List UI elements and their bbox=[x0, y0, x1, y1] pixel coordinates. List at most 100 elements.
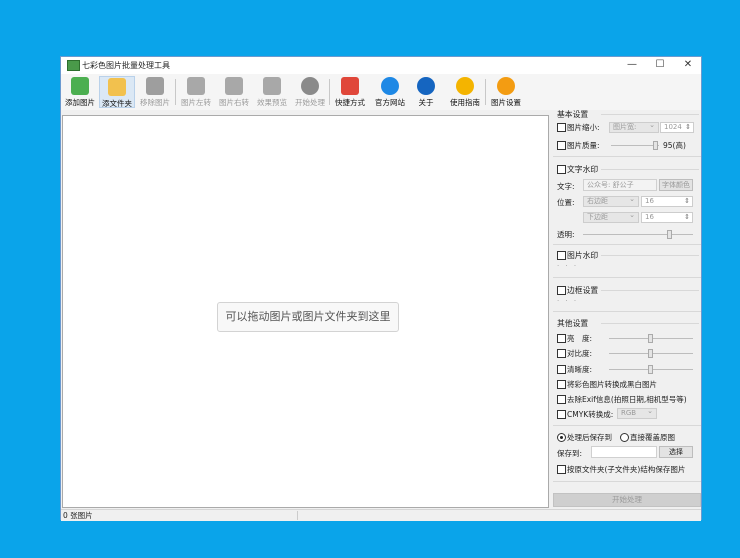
keep-structure-checkbox[interactable] bbox=[557, 465, 566, 474]
save-to-label: 保存到: bbox=[557, 449, 583, 458]
horizontal-offset-spinner[interactable]: 16 bbox=[641, 196, 693, 207]
brightness-slider-thumb[interactable] bbox=[648, 334, 653, 343]
divider bbox=[553, 311, 701, 312]
drop-hint: 可以拖动图片或图片文件夹到这里 bbox=[217, 302, 399, 332]
shrink-label: 图片缩小: bbox=[567, 123, 600, 132]
status-divider bbox=[297, 511, 298, 520]
image-watermark-checkbox[interactable] bbox=[557, 251, 566, 260]
cmyk-target-dropdown[interactable]: RGB bbox=[617, 407, 657, 419]
title-bar: 七彩色图片批量处理工具 — ☐ ✕ bbox=[61, 57, 701, 74]
brightness-checkbox[interactable] bbox=[557, 334, 566, 343]
quality-label: 图片质量: bbox=[567, 141, 600, 150]
contrast-checkbox[interactable] bbox=[557, 349, 566, 358]
divider bbox=[601, 290, 699, 291]
toolbar-button-label: 图片右转 bbox=[219, 98, 249, 107]
watermark-text-label: 文字: bbox=[557, 182, 575, 191]
maximize-button[interactable]: ☐ bbox=[645, 57, 675, 74]
toolbar-button-label: 移除图片 bbox=[140, 98, 170, 107]
opacity-slider[interactable] bbox=[583, 234, 693, 235]
border-collapsed[interactable]: · · · bbox=[557, 297, 578, 305]
toolbar-button-add-folder[interactable]: 添文件夹 bbox=[99, 76, 135, 108]
to-bw-label: 将彩色图片转换成黑白图片 bbox=[567, 380, 657, 389]
start-processing-button[interactable]: 开始处理 bbox=[553, 493, 701, 507]
sharpness-slider-thumb[interactable] bbox=[648, 365, 653, 374]
toolbar-button-label: 快捷方式 bbox=[335, 98, 365, 107]
other-settings-title: 其他设置 bbox=[557, 319, 589, 328]
toolbar-button-shortcut-blocks[interactable]: 快捷方式 bbox=[333, 76, 367, 108]
ie-browser-icon bbox=[381, 77, 399, 95]
app-window: 七彩色图片批量处理工具 — ☐ ✕ 添加图片 添文件夹 移除图片 图片左转 图片右转 效果… bbox=[60, 56, 702, 521]
settings-panel: 基本设置 图片缩小: 图片宽: 1024 图片质量: 95(高) 文字水印 文字… bbox=[553, 109, 701, 507]
status-bar: 0 张图片 bbox=[61, 509, 701, 521]
contrast-slider-thumb[interactable] bbox=[648, 349, 653, 358]
overwrite-radio[interactable] bbox=[620, 433, 629, 442]
play-icon bbox=[301, 77, 319, 95]
app-icon bbox=[67, 60, 80, 71]
vertical-offset-spinner[interactable]: 16 bbox=[641, 212, 693, 223]
toolbar-button-add-image[interactable]: 添加图片 bbox=[63, 76, 97, 108]
image-drop-area[interactable]: 可以拖动图片或图片文件夹到这里 bbox=[62, 115, 549, 508]
shrink-checkbox[interactable] bbox=[557, 123, 566, 132]
help-icon bbox=[456, 77, 474, 95]
opacity-slider-thumb[interactable] bbox=[667, 230, 672, 239]
toolbar-button-play[interactable]: 开始处理 bbox=[293, 76, 327, 108]
minimize-button[interactable]: — bbox=[617, 57, 647, 74]
text-watermark-checkbox[interactable] bbox=[557, 165, 566, 174]
cmyk-checkbox[interactable] bbox=[557, 410, 566, 419]
divider bbox=[601, 255, 699, 256]
font-color-button[interactable]: 字体颜色 bbox=[659, 179, 693, 191]
keep-structure-label: 按原文件夹(子文件夹)结构保存图片 bbox=[567, 465, 686, 474]
watermark-text-input[interactable]: 公众号: 舒公子 bbox=[583, 179, 657, 191]
toolbar-button-label: 开始处理 bbox=[295, 98, 325, 107]
info-icon bbox=[417, 77, 435, 95]
save-after-radio[interactable] bbox=[557, 433, 566, 442]
remove-exif-checkbox[interactable] bbox=[557, 395, 566, 404]
rotate-right-icon bbox=[225, 77, 243, 95]
cmyk-label: CMYK转换成: bbox=[567, 410, 614, 419]
toolbar: 添加图片 添文件夹 移除图片 图片左转 图片右转 效果预览 开始处理 快捷方式 官方网站 关于 使用… bbox=[61, 74, 701, 110]
add-folder-icon bbox=[108, 78, 126, 96]
window-title: 七彩色图片批量处理工具 bbox=[82, 61, 170, 70]
sharpness-label: 清晰度: bbox=[567, 365, 593, 374]
add-image-icon bbox=[71, 77, 89, 95]
quality-slider-thumb[interactable] bbox=[652, 141, 658, 150]
divider bbox=[553, 244, 701, 245]
choose-folder-button[interactable]: 选择 bbox=[659, 446, 693, 458]
save-to-input[interactable] bbox=[591, 446, 657, 458]
toolbar-button-rotate-left[interactable]: 图片左转 bbox=[179, 76, 213, 108]
divider bbox=[553, 156, 701, 157]
magnifier-icon bbox=[263, 77, 281, 95]
quality-checkbox[interactable] bbox=[557, 141, 566, 150]
toolbar-button-label: 官方网站 bbox=[375, 98, 405, 107]
shortcut-blocks-icon bbox=[341, 77, 359, 95]
toolbar-button-remove-image[interactable]: 移除图片 bbox=[137, 76, 173, 108]
toolbar-button-gear[interactable]: 图片设置 bbox=[489, 76, 523, 108]
divider bbox=[553, 425, 701, 426]
toolbar-button-rotate-right[interactable]: 图片右转 bbox=[217, 76, 251, 108]
contrast-label: 对比度: bbox=[567, 349, 593, 358]
toolbar-button-help[interactable]: 使用指南 bbox=[447, 76, 483, 108]
vertical-position-dropdown[interactable]: 下边距 bbox=[583, 211, 639, 223]
remove-exif-label: 去除Exif信息(拍照日期,相机型号等) bbox=[567, 395, 687, 404]
border-settings-title: 边框设置 bbox=[567, 286, 599, 295]
shrink-mode-dropdown[interactable]: 图片宽: bbox=[609, 121, 659, 133]
shrink-value-spinner[interactable]: 1024 bbox=[660, 122, 694, 133]
rotate-left-icon bbox=[187, 77, 205, 95]
toolbar-button-info[interactable]: 关于 bbox=[413, 76, 439, 108]
close-button[interactable]: ✕ bbox=[673, 57, 703, 74]
toolbar-button-ie-browser[interactable]: 官方网站 bbox=[371, 76, 409, 108]
to-bw-checkbox[interactable] bbox=[557, 380, 566, 389]
divider bbox=[553, 481, 701, 482]
image-watermark-collapsed[interactable]: · · · bbox=[557, 262, 578, 270]
sharpness-checkbox[interactable] bbox=[557, 365, 566, 374]
text-watermark-title: 文字水印 bbox=[567, 165, 599, 174]
toolbar-separator bbox=[175, 79, 176, 105]
divider bbox=[601, 323, 699, 324]
toolbar-button-label: 添加图片 bbox=[65, 98, 95, 107]
basic-settings-title: 基本设置 bbox=[557, 110, 589, 119]
border-checkbox[interactable] bbox=[557, 286, 566, 295]
save-after-label: 处理后保存到 bbox=[567, 433, 612, 442]
image-watermark-title: 图片水印 bbox=[567, 251, 599, 260]
horizontal-position-dropdown[interactable]: 右边距 bbox=[583, 195, 639, 207]
toolbar-button-magnifier[interactable]: 效果预览 bbox=[255, 76, 289, 108]
